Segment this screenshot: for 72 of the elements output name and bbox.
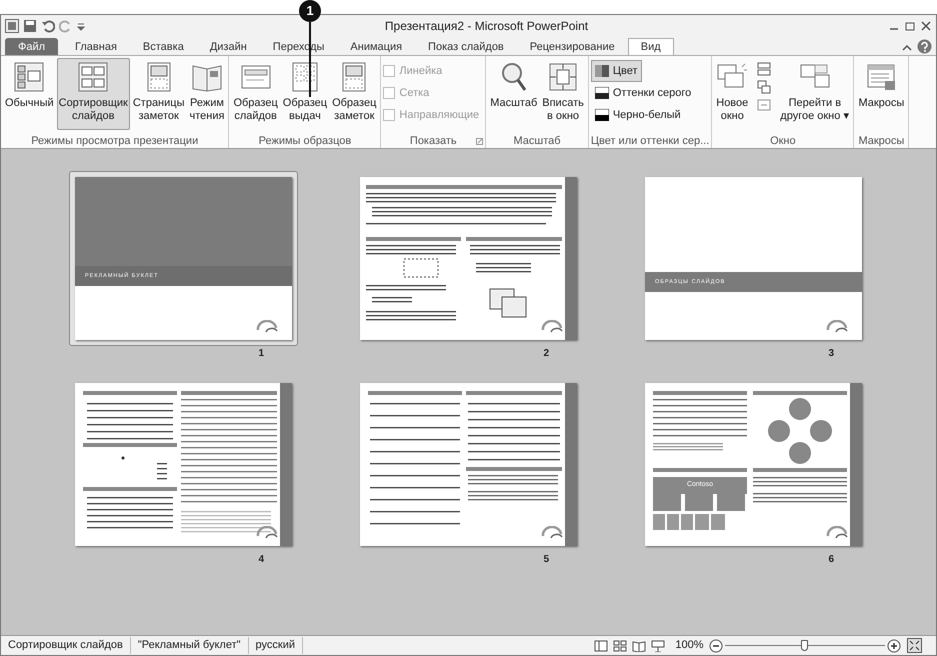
ribbon-tab[interactable]: Вид [628, 38, 674, 55]
ribbon-tab[interactable]: Рецензирование [516, 38, 628, 55]
move-split-icon[interactable] [757, 98, 772, 112]
undo-icon[interactable] [41, 19, 55, 33]
ribbon-button[interactable]: Образец слайдов [231, 58, 280, 134]
group-label: Показать [383, 134, 484, 148]
slide-sorter-icon [77, 61, 110, 93]
fit-to-window-icon[interactable] [907, 638, 922, 653]
normal-view-icon [13, 61, 46, 93]
ribbon-tab[interactable]: Показ слайдов [415, 38, 517, 55]
ribbon-button[interactable]: Масштаб [488, 58, 540, 134]
help-icon[interactable] [917, 39, 932, 54]
group-label: Режимы просмотра презентации [30, 134, 200, 148]
status-text: "Рекламный буклет" [130, 637, 249, 654]
close-icon[interactable] [920, 20, 932, 32]
color-mode-icon [594, 65, 609, 77]
dialog-launcher-icon[interactable] [476, 138, 484, 145]
color-mode-button[interactable]: Цвет [590, 60, 642, 82]
fit-window-icon [547, 61, 580, 93]
ribbon-tab[interactable]: Главная [62, 38, 130, 55]
ribbon-button[interactable]: Образец выдач [280, 58, 330, 134]
group-label: Цвет или оттенки сер... [590, 134, 710, 148]
slide-number: 3 [828, 347, 834, 361]
ribbon-button[interactable]: Страницы заметок [130, 58, 186, 130]
ribbon-button[interactable]: Новое окно [714, 58, 750, 134]
color-mode-button[interactable]: Оттенки серого [590, 82, 696, 104]
monochrome-mode-icon [594, 109, 609, 121]
maximize-icon[interactable] [904, 20, 916, 32]
slide-number: 2 [543, 347, 549, 361]
arrange-all-icon[interactable] [757, 62, 772, 76]
status-text: Сортировщик слайдов [1, 637, 131, 654]
ribbon-button[interactable]: Макросы [856, 58, 906, 134]
logo-icon [256, 320, 278, 334]
group-label: Масштаб [512, 134, 562, 148]
slide-number: 4 [258, 553, 264, 567]
zoom-level[interactable]: 100% [670, 637, 709, 654]
ribbon-button[interactable]: Перейти в другое окно ▾ [778, 58, 852, 134]
callout-number: 1 [299, 0, 321, 22]
projector-icon[interactable] [650, 640, 665, 652]
zoom-slider-thumb[interactable] [801, 640, 808, 650]
zoom-in-icon[interactable] [887, 638, 901, 652]
logo-icon [826, 320, 848, 334]
ribbon-tab[interactable]: Вставка [130, 38, 197, 55]
file-tab[interactable]: Файл [5, 38, 58, 55]
group-label: Режимы образцов [258, 134, 352, 148]
ribbon-tab[interactable]: Анимация [337, 38, 416, 55]
logo-icon [541, 526, 563, 540]
status-text: русский [248, 637, 304, 654]
logo-icon [826, 526, 848, 540]
slide-number: 5 [543, 553, 549, 567]
cascade-icon[interactable] [757, 80, 772, 94]
normal-view-icon[interactable] [594, 640, 608, 652]
slide-number: 1 [258, 347, 264, 361]
app-icon[interactable] [5, 19, 19, 33]
ribbon-button[interactable]: Сортировщик слайдов [56, 58, 130, 130]
grayscale-mode-icon [594, 87, 609, 99]
slide-sorter-icon[interactable] [612, 640, 627, 652]
logo-icon [256, 526, 278, 540]
save-icon[interactable] [23, 19, 37, 33]
ribbon-button[interactable]: Режим чтения [188, 58, 226, 130]
window-title: Презентация2 - Microsoft PowerPoint [384, 18, 590, 35]
ribbon-button[interactable]: Вписать в окно [540, 58, 586, 134]
color-mode-button[interactable]: Черно-белый [590, 104, 685, 126]
slide-number: 6 [828, 553, 834, 567]
logo-icon [541, 320, 563, 334]
group-label: Окно [769, 134, 797, 148]
group-label: Макросы [857, 134, 906, 148]
zoom-out-icon[interactable] [709, 638, 723, 652]
ribbon-button[interactable]: Обычный [3, 58, 56, 130]
ribbon-button[interactable]: Образец заметок [330, 58, 378, 134]
ribbon-tab[interactable]: Дизайн [196, 38, 260, 55]
open-book-icon[interactable] [632, 640, 646, 652]
